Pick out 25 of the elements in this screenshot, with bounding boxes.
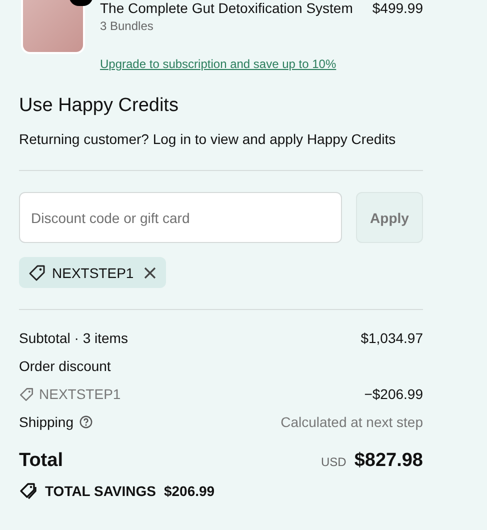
tag-icon bbox=[28, 264, 46, 282]
subtotal-value: $1,034.97 bbox=[360, 330, 423, 346]
total-label: Total bbox=[19, 450, 63, 472]
credits-text: Returning customer? Log in to view and apply Happy Credits bbox=[19, 131, 397, 147]
tag-icon bbox=[19, 386, 34, 402]
discount-amount: −$206.99 bbox=[364, 386, 423, 402]
help-icon[interactable] bbox=[78, 415, 92, 429]
discount-code: NEXTSTEP1 bbox=[39, 386, 121, 402]
close-icon[interactable] bbox=[144, 266, 156, 278]
shipping-value: Calculated at next step bbox=[280, 414, 423, 430]
total-value: $827.98 bbox=[354, 450, 423, 472]
product-title: The Complete Gut Detoxification System bbox=[100, 0, 353, 16]
subtotal-label: Subtotal · 3 items bbox=[19, 330, 128, 346]
tags-icon bbox=[19, 482, 37, 500]
savings-label: TOTAL SAVINGS bbox=[45, 483, 156, 499]
shipping-label: Shipping bbox=[19, 414, 74, 430]
upgrade-link[interactable]: Upgrade to subscription and save up to 10% bbox=[100, 57, 423, 71]
section-heading: Use Happy Credits bbox=[19, 95, 180, 117]
discount-label: Order discount bbox=[19, 358, 111, 374]
product-variant: 3 Bundles bbox=[100, 19, 154, 33]
code-label: NEXTSTEP1 bbox=[52, 264, 134, 280]
savings-value: $206.99 bbox=[164, 483, 215, 499]
currency-label: USD bbox=[320, 455, 346, 469]
product-price: $499.99 bbox=[372, 0, 423, 16]
photo-placeholder bbox=[21, 0, 85, 54]
